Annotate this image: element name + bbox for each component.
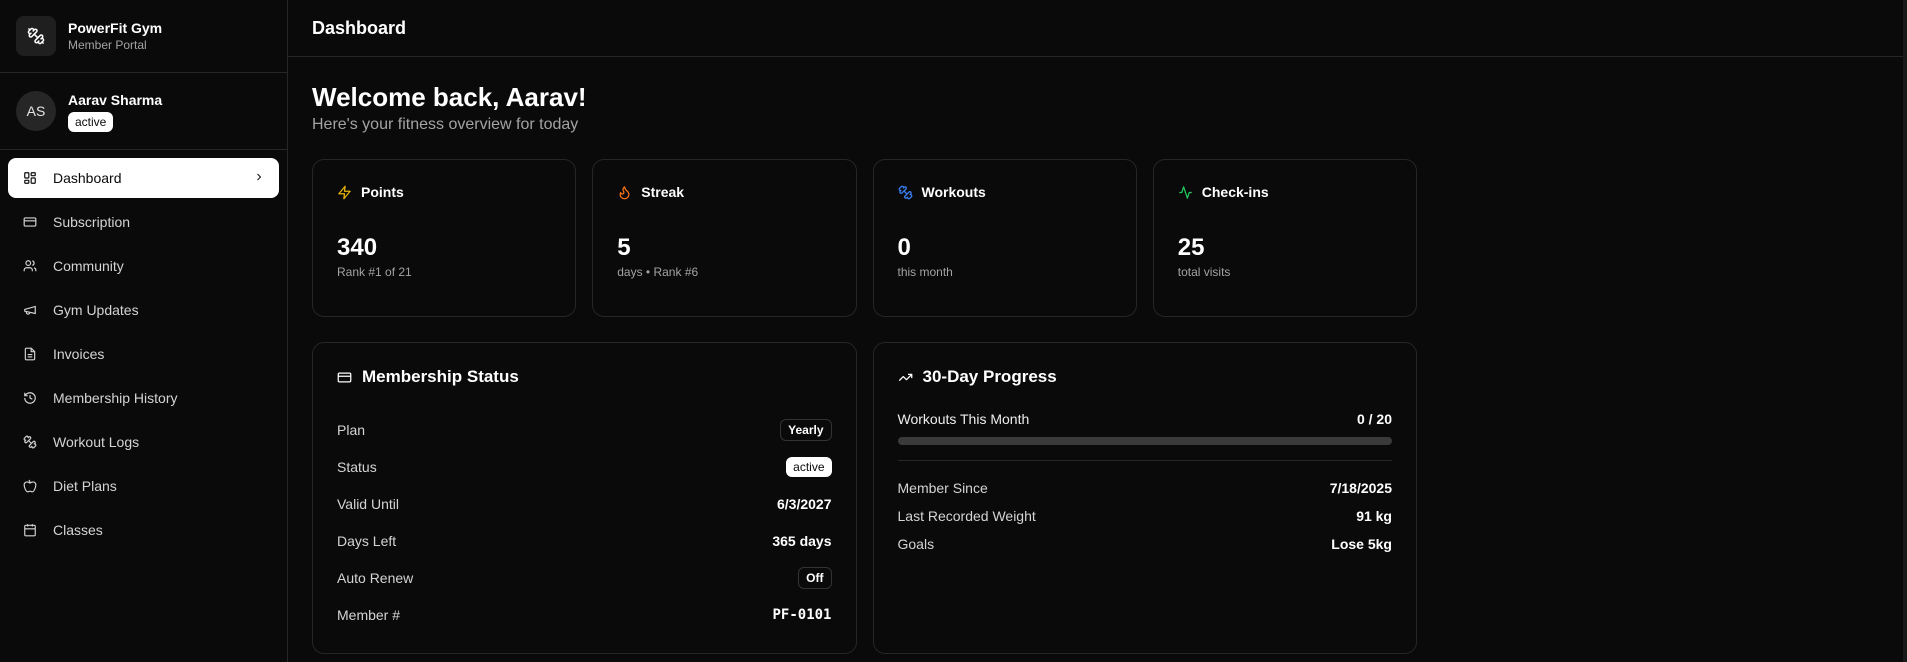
stat-subtext: Rank #1 of 21 [337,265,412,279]
brand-subtitle: Member Portal [68,37,147,52]
sidebar-item-subscription[interactable]: Subscription [8,202,279,242]
plan-badge: Yearly [780,418,832,441]
sidebar-item-invoices[interactable]: Invoices [8,334,279,374]
scrollbar[interactable] [1903,0,1907,662]
sidebar-item-label: Community [53,258,124,274]
welcome-subtitle: Here's your fitness overview for today [312,116,579,133]
auto-renew-badge: Off [798,566,832,589]
stat-card-points: Points 340 Rank #1 of 21 [312,159,577,317]
divider [897,460,1392,461]
stat-value: 0 [897,234,911,261]
grid-icon [22,170,38,186]
stat-card-workouts: Workouts 0 this month [872,159,1137,317]
membership-row-auto-renew: Auto Renew Off [337,559,832,596]
stat-card-streak: Streak 5 days • Rank #6 [592,159,857,317]
users-icon [22,258,38,274]
user-status-badge: active [68,111,114,132]
welcome-heading: Welcome back, Aarav! [312,82,587,112]
flame-icon [617,184,633,200]
credit-card-icon [22,214,38,230]
stat-value: 5 [617,234,631,261]
file-icon [22,346,38,362]
sidebar-item-classes[interactable]: Classes [8,510,279,550]
dumbbell-icon [22,434,38,450]
membership-row-status: Status active [337,448,832,485]
zap-icon [337,184,353,200]
stat-value: 340 [337,234,378,261]
membership-row-days-left: Days Left 365 days [337,532,832,549]
stat-label: Streak [641,184,685,200]
stat-value: 25 [1177,234,1205,261]
dumbbell-icon [898,184,914,200]
sidebar-nav: Dashboard Subscription Community Gym Upd… [0,150,287,562]
sidebar-item-membership-history[interactable]: Membership History [8,378,279,418]
sidebar-item-community[interactable]: Community [8,246,279,286]
user-profile: AS Aarav Sharma active [0,73,287,150]
brand-header: PowerFit Gym Member Portal [0,0,287,73]
megaphone-icon [22,302,38,318]
card-title: 30-Day Progress [922,367,1057,386]
user-name: Aarav Sharma [68,91,163,108]
sidebar: PowerFit Gym Member Portal AS Aarav Shar… [0,0,288,662]
activity-icon [1178,184,1194,200]
apple-icon [22,478,38,494]
credit-card-icon [337,369,353,385]
sidebar-item-gym-updates[interactable]: Gym Updates [8,290,279,330]
sidebar-item-label: Classes [53,522,103,538]
page-title: Dashboard [312,17,407,38]
sidebar-item-dashboard[interactable]: Dashboard [8,158,279,198]
stat-subtext: this month [897,265,953,279]
sidebar-item-label: Diet Plans [53,478,117,494]
workouts-progress-bar [897,437,1392,445]
trending-up-icon [898,369,914,385]
stat-label: Check-ins [1201,184,1269,200]
status-badge: active [786,456,832,477]
info-row-member-since: Member Since 7/18/2025 [897,480,1393,496]
card-title: Membership Status [362,367,519,386]
brand-name: PowerFit Gym [68,19,163,36]
chevron-right-icon [253,170,265,186]
stats-row: Points 340 Rank #1 of 21 Streak 5 days •… [312,159,1417,317]
sidebar-item-label: Invoices [53,346,105,362]
calendar-icon [22,522,38,538]
sidebar-item-label: Gym Updates [53,302,139,318]
top-header: Dashboard [288,0,1907,57]
sidebar-item-workout-logs[interactable]: Workout Logs [8,422,279,462]
dumbbell-logo-icon [16,16,56,56]
membership-row-valid-until: Valid Until 6/3/2027 [337,495,832,512]
sidebar-item-label: Dashboard [53,170,122,186]
detail-cards-row: Membership Status Plan Yearly Status act… [312,342,1417,654]
stat-subtext: total visits [1177,265,1231,279]
stat-label: Workouts [921,184,986,200]
stat-subtext: days • Rank #6 [617,265,699,279]
stat-label: Points [361,184,404,200]
avatar: AS [16,91,56,131]
membership-row-plan: Plan Yearly [337,411,832,448]
progress-card: 30-Day Progress Workouts This Month 0 / … [872,342,1417,654]
sidebar-item-label: Subscription [53,214,131,230]
workouts-progress-header: Workouts This Month 0 / 20 [897,411,1393,427]
membership-status-card: Membership Status Plan Yearly Status act… [312,342,857,654]
sidebar-item-label: Membership History [53,390,178,406]
info-row-goals: Goals Lose 5kg [897,536,1393,552]
main-content: Welcome back, Aarav! Here's your fitness… [312,80,1417,654]
sidebar-item-label: Workout Logs [53,434,140,450]
info-row-weight: Last Recorded Weight 91 kg [897,508,1393,524]
stat-card-check-ins: Check-ins 25 total visits [1152,159,1417,317]
membership-row-member-number: Member # PF-0101 [337,606,832,623]
history-icon [22,390,38,406]
sidebar-item-diet-plans[interactable]: Diet Plans [8,466,279,506]
